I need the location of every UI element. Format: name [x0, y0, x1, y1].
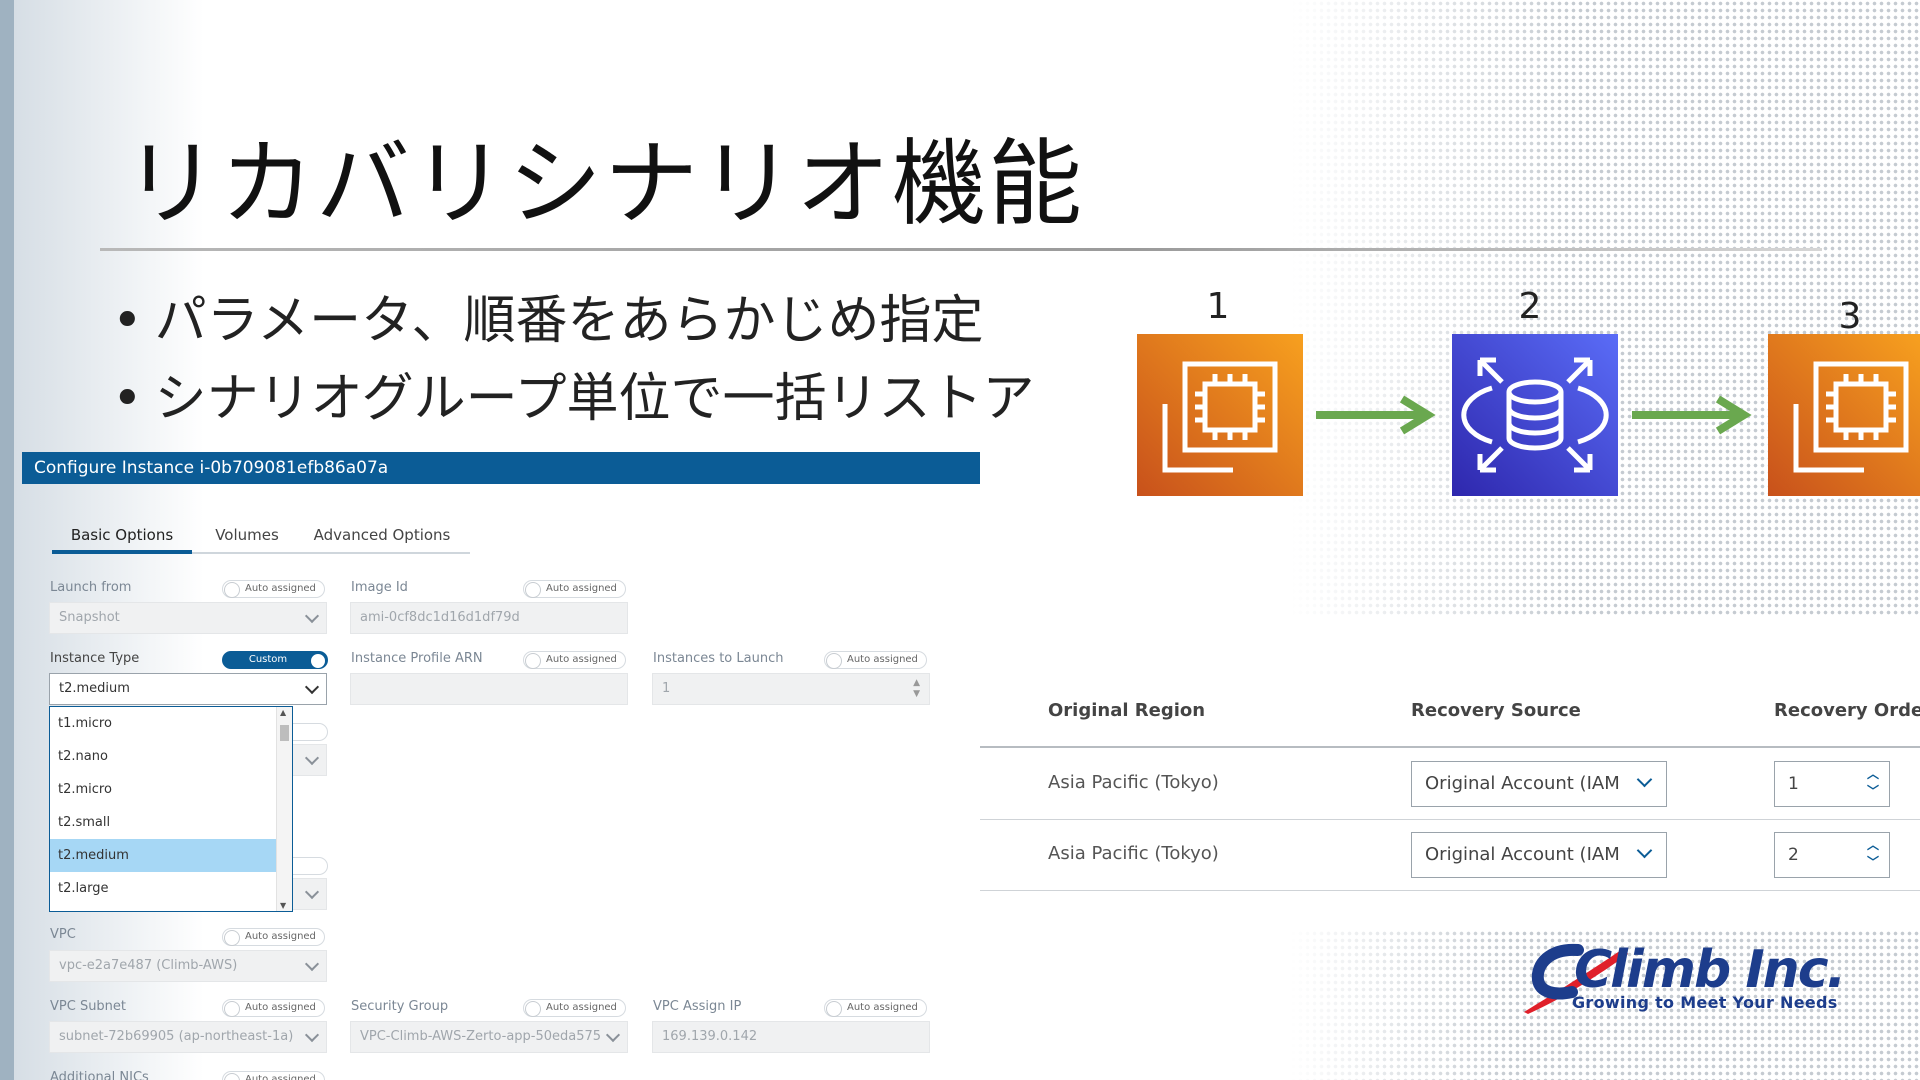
vpc-select[interactable]: vpc-e2a7e487 (Climb-AWS): [49, 950, 327, 982]
instances-to-launch-label: Instances to Launch: [653, 651, 784, 666]
recovery-source-select[interactable]: Original Account (IAM: [1411, 761, 1667, 807]
vpc-assign-ip-auto-toggle[interactable]: Auto assigned: [824, 999, 927, 1017]
additional-nics-label: Additional NICs: [50, 1070, 149, 1080]
vpc-assign-ip-input[interactable]: 169.139.0.142: [652, 1021, 930, 1053]
table-header-divider: [980, 746, 1920, 748]
dropdown-option[interactable]: t2.nano: [50, 740, 276, 773]
instance-type-custom-toggle[interactable]: Custom: [222, 651, 328, 669]
bullet-item: パラメータ、順番をあらかじめ指定: [112, 282, 1035, 360]
chevron-down-icon: [1636, 842, 1653, 859]
stepper-icon[interactable]: ▲ ▼: [913, 678, 920, 700]
instance-type-value: t2.medium: [59, 681, 130, 696]
slide-title: リカバリシナリオ機能: [124, 130, 1085, 239]
recovery-order-input[interactable]: 2 ︿ ﹀: [1774, 832, 1890, 878]
recovery-source-select[interactable]: Original Account (IAM: [1411, 832, 1667, 878]
table-row-divider: [980, 890, 1920, 891]
rds-database-icon: [1452, 334, 1618, 496]
vpc-assign-ip-label: VPC Assign IP: [653, 999, 742, 1014]
left-accent-strip: [0, 0, 14, 1080]
dropdown-option[interactable]: t2.micro: [50, 773, 276, 806]
vpc-value: vpc-e2a7e487 (Climb-AWS): [59, 958, 238, 973]
scroll-up-icon[interactable]: ▲: [280, 708, 286, 717]
instance-profile-input[interactable]: [350, 673, 628, 705]
security-group-auto-toggle[interactable]: Auto assigned: [523, 999, 626, 1017]
additional-nics-auto-toggle[interactable]: Auto assigned: [222, 1071, 325, 1080]
chevron-down-icon: [304, 1027, 320, 1043]
table-row-divider: [980, 819, 1920, 820]
instances-to-launch-auto-toggle[interactable]: Auto assigned: [824, 651, 927, 669]
dropdown-option[interactable]: t1.micro: [50, 707, 276, 740]
security-group-select[interactable]: VPC-Climb-AWS-Zerto-app-50eda575: [350, 1021, 628, 1053]
recovery-source-value: Original Account (IAM: [1425, 773, 1620, 794]
step-number: 1: [1206, 286, 1230, 327]
tab-basic-options[interactable]: Basic Options: [52, 520, 192, 554]
launch-from-select[interactable]: Snapshot: [49, 602, 327, 634]
tab-bar: Basic Options Volumes Advanced Options: [52, 520, 470, 554]
security-group-label: Security Group: [351, 999, 449, 1014]
scroll-down-icon[interactable]: ▼: [280, 901, 286, 910]
tab-advanced-options[interactable]: Advanced Options: [302, 520, 462, 554]
instance-type-select[interactable]: t2.medium: [49, 673, 327, 705]
instance-profile-auto-toggle[interactable]: Auto assigned: [523, 651, 626, 669]
chevron-down-icon: [304, 750, 320, 766]
dropdown-option[interactable]: t2.small: [50, 806, 276, 839]
instances-to-launch-value: 1: [662, 681, 671, 696]
chevron-down-icon: [304, 956, 320, 972]
launch-from-value: Snapshot: [59, 610, 120, 625]
launch-from-label: Launch from: [50, 580, 132, 595]
arrow-right-icon: [1632, 395, 1752, 435]
dropdown-option-selected[interactable]: t2.medium: [50, 839, 276, 872]
stepper-icon[interactable]: ︿ ﹀: [1867, 837, 1879, 871]
arrow-right-icon: [1316, 395, 1436, 435]
bullet-item: シナリオグループ単位で一括リストア: [112, 360, 1035, 438]
tab-volumes[interactable]: Volumes: [202, 520, 292, 554]
ec2-instance-icon: [1768, 334, 1920, 496]
vpc-label: VPC: [50, 927, 76, 942]
vpc-auto-toggle[interactable]: Auto assigned: [222, 928, 325, 946]
header-recovery-source: Recovery Source: [1411, 700, 1581, 721]
instances-to-launch-input[interactable]: 1 ▲ ▼: [652, 673, 930, 705]
security-group-value: VPC-Climb-AWS-Zerto-app-50eda575: [360, 1029, 602, 1044]
scrollbar-thumb[interactable]: [280, 725, 289, 741]
vpc-subnet-select[interactable]: subnet-72b69905 (ap-northeast-1a): [49, 1021, 327, 1053]
configure-instance-header: Configure Instance i-0b709081efb86a07a: [22, 452, 980, 484]
header-original-region: Original Region: [1048, 700, 1206, 721]
step-number: 2: [1518, 286, 1542, 327]
dropdown-option[interactable]: t2.large: [50, 872, 276, 905]
ec2-instance-icon: [1137, 334, 1303, 496]
vpc-subnet-auto-toggle[interactable]: Auto assigned: [222, 999, 325, 1017]
chevron-down-icon: [1636, 771, 1653, 788]
chevron-down-icon: [304, 608, 320, 624]
vpc-subnet-label: VPC Subnet: [50, 999, 127, 1014]
instance-type-dropdown[interactable]: t1.micro t2.nano t2.micro t2.small t2.me…: [49, 706, 293, 912]
instance-profile-label: Instance Profile ARN: [351, 651, 483, 666]
title-divider: [100, 248, 1822, 251]
vpc-subnet-value: subnet-72b69905 (ap-northeast-1a): [59, 1029, 294, 1044]
chevron-down-icon: [304, 679, 320, 695]
instance-type-label: Instance Type: [50, 651, 140, 666]
image-id-label: Image Id: [351, 580, 408, 595]
dropdown-scrollbar[interactable]: ▲ ▼: [276, 707, 292, 911]
launch-from-auto-toggle[interactable]: Auto assigned: [222, 580, 325, 598]
recovery-order-value: 2: [1788, 845, 1799, 865]
stepper-icon[interactable]: ︿ ﹀: [1867, 766, 1879, 800]
step-number: 3: [1838, 296, 1862, 337]
recovery-source-value: Original Account (IAM: [1425, 844, 1620, 865]
bullet-list: パラメータ、順番をあらかじめ指定 シナリオグループ単位で一括リストア: [112, 282, 1035, 438]
recovery-order-value: 1: [1788, 774, 1799, 794]
image-id-input[interactable]: ami-0cf8dc1d16d1df79d: [350, 602, 628, 634]
company-logo: Climb Inc.: [1574, 940, 1846, 1000]
recovery-order-input[interactable]: 1 ︿ ﹀: [1774, 761, 1890, 807]
header-recovery-order: Recovery Order: [1774, 700, 1920, 721]
company-tagline: Growing to Meet Your Needs: [1572, 993, 1838, 1012]
image-id-auto-toggle[interactable]: Auto assigned: [523, 580, 626, 598]
row-region: Asia Pacific (Tokyo): [1048, 843, 1219, 864]
chevron-down-icon: [304, 884, 320, 900]
row-region: Asia Pacific (Tokyo): [1048, 772, 1219, 793]
chevron-down-icon: [605, 1027, 621, 1043]
